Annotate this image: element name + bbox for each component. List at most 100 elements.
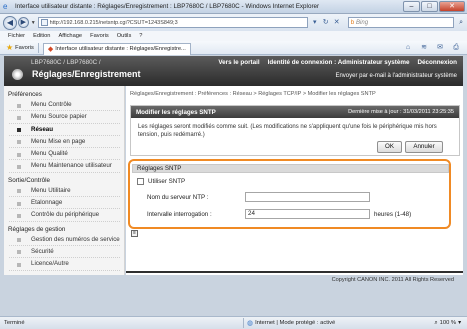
window-title: Interface utilisateur distante : Réglage…: [15, 3, 320, 10]
page-top-icon[interactable]: ≡: [131, 230, 138, 237]
sidebar-item-label: Menu Utilitaire: [31, 186, 71, 194]
restart-note: Les réglages seront modifiés comme suit.…: [138, 124, 437, 138]
ok-button[interactable]: OK: [377, 141, 402, 153]
sidebar-item-maintenance[interactable]: Menu Maintenance utilisateur: [9, 160, 120, 173]
polling-interval-field[interactable]: 24: [245, 209, 370, 219]
refresh-icon[interactable]: ↻: [321, 17, 331, 28]
bullet-icon: [17, 262, 21, 267]
bullet-icon: [17, 103, 21, 108]
sidebar-item-qualite[interactable]: Menu Qualité: [9, 148, 120, 161]
printer-model: LBP7680C / LBP7680C /: [31, 59, 101, 66]
polling-interval-unit: heures (1-48): [374, 211, 412, 218]
logout-link[interactable]: Déconnexion: [417, 59, 457, 66]
sntp-settings-box: Réglages SNTP Utiliser SNTP Nom du serve…: [128, 159, 451, 229]
email-admin-link[interactable]: Envoyer par e-mail à l'administrateur sy…: [335, 73, 457, 79]
favorites-button[interactable]: Favoris: [15, 45, 34, 51]
bullet-icon: [17, 238, 21, 243]
back-button[interactable]: ◀: [3, 15, 17, 30]
close-button[interactable]: ✕: [439, 1, 465, 12]
browser-tab[interactable]: ◆ Interface utilisateur distante : Régla…: [42, 42, 191, 55]
panel-title: Modifier les réglages SNTP: [136, 108, 216, 116]
last-update: Dernière mise à jour : 31/03/2011 23:25:…: [348, 109, 454, 115]
login-status: Identité de connexion : Administrateur s…: [267, 59, 410, 66]
bing-icon: b: [350, 19, 355, 26]
bullet-icon: [17, 164, 21, 169]
menu-file[interactable]: Fichier: [8, 33, 25, 39]
bullet-icon: [17, 250, 21, 255]
sidebar-item-mise-en-page[interactable]: Menu Mise en page: [9, 136, 120, 149]
menu-edit[interactable]: Edition: [33, 33, 50, 39]
command-bar: ⌂ ≋ ✉ ⎙: [401, 43, 463, 53]
bullet-icon: [17, 152, 21, 157]
sidebar-item-controle-peripherique[interactable]: Contrôle du périphérique: [9, 209, 120, 222]
page-icon: [40, 19, 48, 26]
sidebar-item-label: Menu Mise en page: [31, 137, 86, 145]
zoom-level: 100 %: [439, 320, 457, 326]
ie-logo-icon: e: [3, 2, 8, 11]
bullet-icon: [17, 189, 21, 194]
minimize-button[interactable]: –: [403, 1, 420, 12]
page-title: Réglages/Enregistrement: [32, 69, 141, 79]
sidebar-section-preferences: Préférences: [8, 91, 42, 98]
forward-button[interactable]: ▶: [17, 17, 29, 28]
portal-link[interactable]: Vers le portail: [218, 59, 259, 66]
use-sntp-label: Utiliser SNTP: [148, 178, 186, 185]
search-input[interactable]: b Bing: [347, 17, 455, 28]
sidebar-item-label: Menu Source papier: [31, 113, 87, 121]
security-zone[interactable]: ◍ Internet | Mode protégé : activé: [247, 319, 397, 327]
mail-icon[interactable]: ✉: [433, 43, 447, 53]
home-icon[interactable]: ⌂: [401, 43, 415, 53]
menu-favorites[interactable]: Favoris: [90, 33, 109, 39]
feeds-icon[interactable]: ≋: [417, 43, 431, 53]
divider: [37, 42, 39, 53]
bullet-icon: [17, 140, 21, 145]
copyright: Copyright CANON INC. 2011 All Rights Res…: [331, 277, 454, 283]
bullet-icon: [17, 128, 21, 133]
sidebar-item-label: Menu Contrôle: [31, 101, 72, 108]
url-field[interactable]: http://192.168.0.215/netsntp.cgi?CSUT=12…: [37, 17, 308, 28]
search-placeholder: Bing: [356, 19, 369, 26]
ntp-server-label: Nom du serveur NTP :: [147, 194, 209, 201]
panel-header: Modifier les réglages SNTP Dernière mise…: [131, 106, 459, 118]
stop-icon[interactable]: ✕: [332, 17, 342, 28]
cancel-button[interactable]: Annuler: [405, 141, 443, 153]
sidebar-item-etalonnage[interactable]: Etalonnage: [9, 197, 120, 210]
bullet-icon: [17, 115, 21, 120]
favorites-star-icon[interactable]: ★: [6, 43, 13, 52]
sidebar-item-securite[interactable]: Sécurité: [9, 246, 120, 259]
search-icon[interactable]: ⌕: [455, 17, 467, 28]
window-controls: – □ ✕: [403, 1, 465, 12]
print-icon[interactable]: ⎙: [449, 43, 463, 53]
sidebar-item-numeros-service[interactable]: Gestion des numéros de service: [9, 234, 120, 246]
settings-globe-icon: [12, 69, 23, 80]
sidebar-item-licence[interactable]: Licence/Autre: [9, 258, 120, 271]
compatibility-icon[interactable]: ▾: [310, 17, 320, 28]
history-dropdown-icon[interactable]: ▼: [31, 20, 36, 26]
menu-tools[interactable]: Outils: [117, 33, 132, 39]
bullet-icon: [17, 213, 21, 218]
sidebar-item-label: Menu Maintenance utilisateur: [31, 162, 112, 170]
sidebar-item-label: Menu Qualité: [31, 150, 68, 158]
ntp-server-field[interactable]: [245, 192, 370, 202]
chevron-down-icon: ▾: [458, 320, 461, 326]
menu-help[interactable]: ?: [139, 33, 142, 39]
tab-label: Interface utilisateur distante : Réglage…: [55, 46, 186, 52]
sidebar-item-menu-controle[interactable]: Menu Contrôle: [9, 99, 120, 112]
sidebar-item-reseau[interactable]: Réseau: [9, 124, 120, 136]
menu-view[interactable]: Affichage: [58, 33, 82, 39]
internet-globe-icon: ◍: [247, 320, 254, 327]
sidebar-item-label: Réseau: [31, 125, 54, 133]
breadcrumb: Réglages/Enregistrement : Préférences : …: [130, 91, 376, 97]
divider: [243, 318, 244, 328]
maximize-button[interactable]: □: [421, 1, 438, 12]
sidebar-item-source-papier[interactable]: Menu Source papier: [9, 111, 120, 124]
main-content: Réglages/Enregistrement : Préférences : …: [126, 86, 463, 275]
use-sntp-checkbox[interactable]: [137, 178, 144, 185]
sidebar-item-label: Etalonnage: [31, 199, 63, 207]
zoom-control[interactable]: ⌕ 100 % ▾: [434, 320, 467, 327]
favorites-bar: ★ Favoris ◆ Interface utilisateur distan…: [0, 41, 467, 55]
edit-sntp-panel: Modifier les réglages SNTP Dernière mise…: [130, 105, 460, 156]
sidebar-item-label: Gestion des numéros de service: [31, 235, 120, 243]
sidebar-item-utilitaire[interactable]: Menu Utilitaire: [9, 185, 120, 198]
footer-divider: [126, 271, 463, 273]
